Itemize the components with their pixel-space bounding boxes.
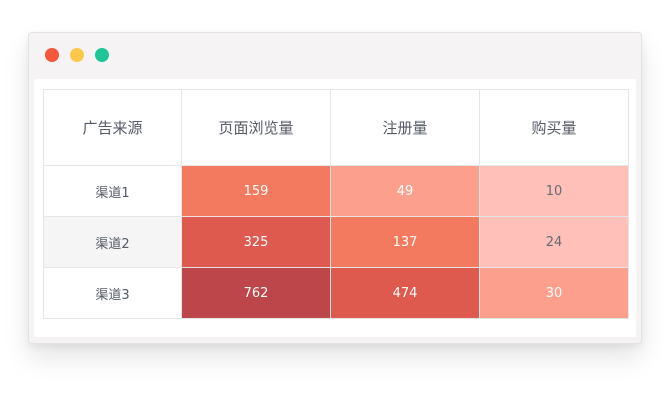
heat-cell: 10 — [479, 165, 629, 217]
heatmap-table: 广告来源 页面浏览量 注册量 购买量 渠道1 159 49 10 渠道2 325… — [43, 89, 629, 319]
app-window: 广告来源 页面浏览量 注册量 购买量 渠道1 159 49 10 渠道2 325… — [28, 32, 642, 344]
header-row: 广告来源 页面浏览量 注册量 购买量 — [43, 89, 629, 166]
heat-cell: 24 — [479, 216, 629, 268]
row-label: 渠道3 — [43, 267, 182, 319]
heat-cell: 474 — [330, 267, 480, 319]
close-window-button[interactable] — [45, 48, 59, 62]
table-row: 渠道1 159 49 10 — [43, 165, 629, 217]
title-bar — [29, 33, 641, 77]
heat-cell: 30 — [479, 267, 629, 319]
table-row: 渠道3 762 474 30 — [43, 267, 629, 319]
maximize-window-button[interactable] — [95, 48, 109, 62]
header-page-views: 页面浏览量 — [181, 89, 331, 166]
table-row: 渠道2 325 137 24 — [43, 216, 629, 268]
row-label: 渠道1 — [43, 165, 182, 217]
row-label: 渠道2 — [43, 216, 182, 268]
content-panel: 广告来源 页面浏览量 注册量 购买量 渠道1 159 49 10 渠道2 325… — [34, 79, 636, 337]
heat-cell: 137 — [330, 216, 480, 268]
heat-cell: 49 — [330, 165, 480, 217]
header-registrations: 注册量 — [330, 89, 480, 166]
heat-cell: 159 — [181, 165, 331, 217]
minimize-window-button[interactable] — [70, 48, 84, 62]
header-ad-source: 广告来源 — [43, 89, 182, 166]
header-purchases: 购买量 — [479, 89, 629, 166]
heat-cell: 762 — [181, 267, 331, 319]
heat-cell: 325 — [181, 216, 331, 268]
